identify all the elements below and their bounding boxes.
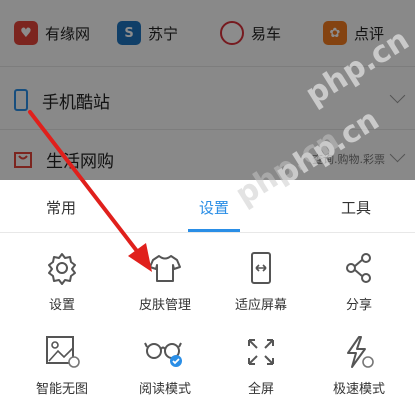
annotation-arrow	[28, 110, 152, 272]
